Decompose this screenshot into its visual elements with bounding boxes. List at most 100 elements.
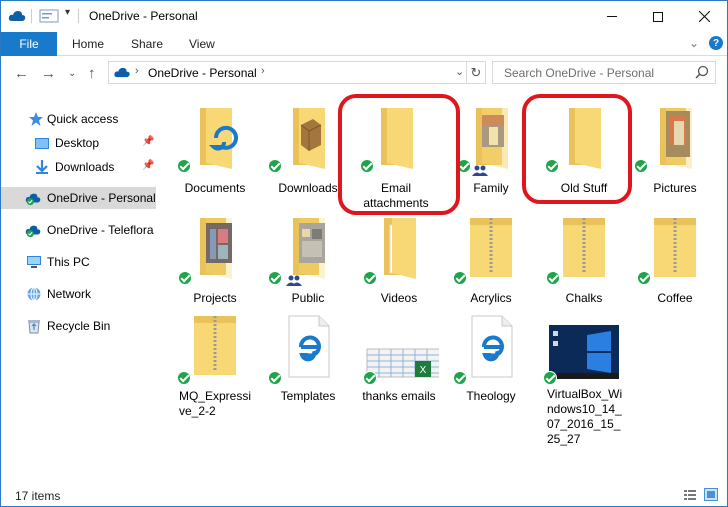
folder-icon bbox=[200, 218, 232, 279]
folder-videos[interactable]: Videos bbox=[353, 215, 445, 306]
tab-file[interactable]: File bbox=[1, 32, 57, 56]
file-templates[interactable]: Templates bbox=[262, 313, 354, 404]
nav-label: Quick access bbox=[47, 112, 119, 126]
back-arrow-icon[interactable]: ← bbox=[14, 65, 29, 82]
file-name: Videos bbox=[380, 291, 418, 305]
address-bar[interactable]: › OneDrive - Personal › ⌄ ↻ bbox=[108, 61, 486, 84]
up-arrow-icon[interactable]: ↑ bbox=[88, 65, 96, 82]
folder-public[interactable]: Public bbox=[262, 215, 354, 306]
folder-projects[interactable]: Projects bbox=[169, 215, 261, 306]
window-title: OneDrive - Personal bbox=[89, 9, 198, 23]
expand-ribbon-icon[interactable]: ⌄ bbox=[689, 36, 699, 50]
zip-folder-icon bbox=[563, 218, 605, 277]
folder-pictures[interactable]: Pictures bbox=[629, 105, 721, 196]
nav-label: Desktop bbox=[55, 136, 100, 150]
status-item-count: 17 items bbox=[15, 489, 61, 503]
sync-ok-icon bbox=[546, 271, 560, 285]
recycle-bin-icon bbox=[28, 320, 40, 334]
file-virtualbox-screenshot[interactable]: VirtualBox_Windows10_14_07_2016_15_25_27 bbox=[538, 323, 628, 447]
network-icon bbox=[27, 287, 41, 301]
sync-ok-icon bbox=[268, 271, 282, 285]
nav-downloads[interactable]: Downloads 📌 bbox=[1, 156, 161, 178]
file-name: Acrylics bbox=[470, 291, 512, 305]
search-input[interactable] bbox=[493, 62, 693, 83]
file-name: VirtualBox_Windows10_14_07_2016_15_25_27 bbox=[547, 387, 623, 446]
desktop-folder-icon bbox=[35, 138, 49, 149]
sync-ok-icon bbox=[268, 371, 282, 385]
nav-label: Downloads bbox=[55, 160, 115, 174]
maximize-button[interactable] bbox=[635, 1, 681, 32]
customize-qat-icon[interactable]: ▾ bbox=[65, 7, 70, 18]
tab-view[interactable]: View bbox=[189, 37, 215, 51]
search-box[interactable] bbox=[492, 61, 716, 84]
onedrive-icon bbox=[25, 225, 41, 238]
help-icon[interactable]: ? bbox=[709, 36, 723, 50]
zip-folder-icon bbox=[470, 218, 512, 277]
sync-ok-icon bbox=[268, 159, 282, 173]
recent-locations-icon[interactable]: ⌄ bbox=[68, 68, 76, 79]
ribbon-tabs: File Home Share View ⌄ bbox=[1, 32, 727, 56]
zip-coffee[interactable]: Coffee bbox=[629, 215, 721, 306]
pin-icon: 📌 bbox=[142, 160, 155, 171]
sync-ok-icon bbox=[637, 271, 651, 285]
close-button[interactable] bbox=[681, 1, 727, 32]
chevron-right-icon: › bbox=[135, 65, 139, 77]
folder-icon bbox=[200, 108, 238, 169]
forward-arrow-icon[interactable]: → bbox=[41, 65, 56, 82]
details-view-icon[interactable] bbox=[683, 488, 697, 501]
edge-document-icon bbox=[288, 315, 330, 378]
screenshot-thumbnail-icon bbox=[549, 325, 619, 379]
sync-ok-icon bbox=[543, 371, 557, 385]
shared-people-icon bbox=[472, 165, 488, 176]
nav-network[interactable]: Network bbox=[1, 283, 161, 305]
nav-onedrive-personal[interactable]: OneDrive - Personal bbox=[1, 187, 156, 209]
file-name: Projects bbox=[193, 291, 237, 305]
star-icon bbox=[29, 112, 43, 126]
sync-ok-icon bbox=[453, 371, 467, 385]
nav-recycle-bin[interactable]: Recycle Bin bbox=[1, 315, 161, 337]
file-thanks-emails[interactable]: X thanks emails bbox=[353, 313, 445, 404]
nav-this-pc[interactable]: This PC bbox=[1, 251, 161, 273]
sync-ok-icon bbox=[363, 371, 377, 385]
address-dropdown-icon[interactable]: ⌄ bbox=[455, 65, 464, 78]
explorer-window: ▾ OneDrive - Personal File Home Share Vi… bbox=[0, 0, 728, 507]
search-icon[interactable] bbox=[695, 65, 709, 79]
svg-text:X: X bbox=[420, 365, 427, 376]
breadcrumb[interactable]: OneDrive - Personal bbox=[148, 66, 257, 80]
zip-folder-icon bbox=[654, 218, 696, 277]
zip-chalks[interactable]: Chalks bbox=[538, 215, 630, 306]
onedrive-icon[interactable] bbox=[8, 9, 26, 23]
nav-label: This PC bbox=[47, 255, 90, 269]
sync-ok-icon bbox=[363, 271, 377, 285]
nav-label: Recycle Bin bbox=[47, 319, 111, 333]
file-name: Pictures bbox=[653, 181, 697, 195]
zip-mq-expressive[interactable]: MQ_Expressive_2-2 bbox=[169, 313, 261, 419]
properties-icon[interactable] bbox=[39, 9, 59, 23]
zip-acrylics[interactable]: Acrylics bbox=[445, 215, 537, 306]
highlight-old-stuff bbox=[522, 94, 632, 204]
nav-label: Network bbox=[47, 287, 92, 301]
chevron-right-icon[interactable]: › bbox=[261, 65, 265, 77]
tab-home[interactable]: Home bbox=[72, 37, 104, 51]
nav-quick-access[interactable]: Quick access bbox=[1, 108, 161, 130]
zip-folder-icon bbox=[194, 316, 236, 375]
large-icons-view-icon[interactable] bbox=[704, 488, 718, 501]
tab-share[interactable]: Share bbox=[131, 37, 163, 51]
file-name: Public bbox=[291, 291, 325, 305]
nav-onedrive-teleflora[interactable]: OneDrive - Teleflora bbox=[1, 219, 161, 241]
sync-ok-icon bbox=[634, 159, 648, 173]
refresh-icon[interactable]: ↻ bbox=[466, 62, 485, 83]
folder-icon bbox=[293, 108, 325, 169]
onedrive-icon bbox=[114, 67, 130, 78]
folder-documents[interactable]: Documents bbox=[169, 105, 261, 196]
pc-icon bbox=[27, 256, 41, 268]
highlight-email-attachments bbox=[338, 94, 460, 215]
sync-ok-icon bbox=[453, 271, 467, 285]
file-name: Theology bbox=[466, 389, 516, 403]
shared-people-icon bbox=[286, 275, 302, 286]
file-theology[interactable]: Theology bbox=[445, 313, 537, 404]
minimize-button[interactable] bbox=[589, 1, 635, 32]
nav-desktop[interactable]: Desktop 📌 bbox=[1, 132, 161, 154]
edge-document-icon bbox=[471, 315, 513, 378]
separator bbox=[78, 9, 79, 23]
